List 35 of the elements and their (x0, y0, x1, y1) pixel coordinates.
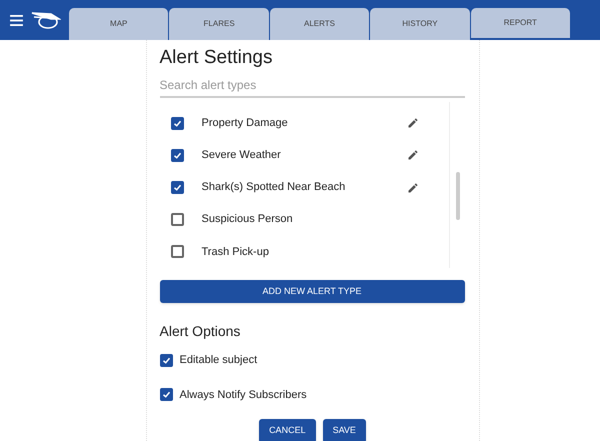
tab[interactable]: FLARES (169, 8, 269, 40)
tab[interactable]: HISTORY (370, 8, 470, 40)
pencil-icon[interactable] (406, 182, 418, 194)
option-label: Editable subject (180, 353, 258, 368)
scrollbar-thumb[interactable] (456, 172, 460, 220)
alert-type-label: Trash Pick-up (202, 244, 270, 260)
pencil-icon[interactable] (406, 149, 418, 162)
checkbox[interactable] (170, 213, 184, 226)
checkbox[interactable] (160, 388, 172, 402)
checkmark-icon (172, 183, 182, 192)
menu-icon[interactable] (10, 14, 23, 26)
panel-title: Alert Settings (160, 46, 274, 70)
tab[interactable]: REPORT (470, 8, 570, 40)
checkbox[interactable] (170, 245, 184, 258)
tab[interactable]: MAP (69, 8, 168, 40)
checkmark-icon (172, 118, 182, 128)
alert-type-label: Shark(s) Spotted Near Beach (202, 180, 346, 196)
action-button[interactable]: CANCEL (259, 419, 316, 441)
option-label: Always Notify Subscribers (180, 388, 307, 402)
tab[interactable]: ALERTS (270, 8, 370, 40)
checkbox[interactable] (160, 354, 172, 367)
alert-type-label: Severe Weather (202, 148, 282, 164)
alert-type-label: Property Damage (202, 116, 289, 131)
search-field[interactable]: Search alert types (160, 76, 464, 98)
pencil-icon[interactable] (406, 117, 418, 130)
alert-type-label: Suspicious Person (202, 212, 294, 228)
checkbox[interactable] (170, 181, 184, 194)
checkmark-icon (162, 356, 170, 365)
checkbox[interactable] (170, 148, 184, 162)
action-button[interactable]: SAVE (322, 419, 366, 441)
checkmark-icon (172, 150, 182, 160)
checkmark-icon (162, 390, 170, 400)
section-title: Alert Options (160, 322, 242, 341)
checkbox[interactable] (170, 116, 184, 130)
add-alert-type-button[interactable]: ADD NEW ALERT TYPE (160, 280, 464, 303)
